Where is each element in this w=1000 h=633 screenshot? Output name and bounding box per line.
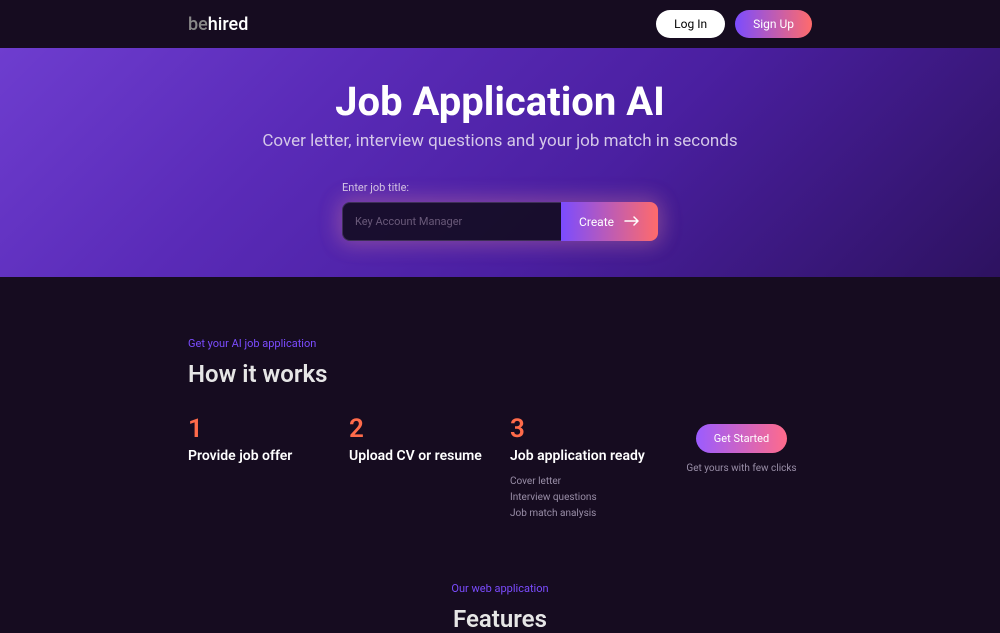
- features-title: Features: [0, 605, 1000, 633]
- step-title: Upload CV or resume: [349, 448, 490, 464]
- header-buttons: Log In Sign Up: [656, 10, 812, 38]
- logo-suffix: hired: [208, 14, 249, 35]
- steps-row: 1 Provide job offer 2 Upload CV or resum…: [188, 414, 812, 522]
- step-1: 1 Provide job offer: [188, 414, 329, 522]
- create-button[interactable]: Create: [561, 202, 658, 241]
- create-button-label: Create: [579, 215, 614, 229]
- features-section: Our web application Features: [0, 522, 1000, 633]
- how-it-works-section: Get your AI job application How it works…: [0, 277, 1000, 522]
- list-item: Interview questions: [510, 490, 651, 506]
- step-title: Job application ready: [510, 448, 651, 464]
- step-number: 1: [188, 414, 329, 444]
- step-2: 2 Upload CV or resume: [349, 414, 490, 522]
- signup-button[interactable]: Sign Up: [735, 10, 812, 38]
- logo-prefix: be: [188, 14, 208, 35]
- header: behired Log In Sign Up: [0, 0, 1000, 48]
- step-3: 3 Job application ready Cover letter Int…: [510, 414, 651, 522]
- hero-subtitle: Cover letter, interview questions and yo…: [0, 131, 1000, 151]
- login-button[interactable]: Log In: [656, 10, 725, 38]
- features-eyebrow: Our web application: [0, 582, 1000, 595]
- step-items: Cover letter Interview questions Job mat…: [510, 474, 651, 522]
- cta-subtext: Get yours with few clicks: [686, 463, 796, 474]
- job-input-section: Enter job title: Create: [342, 181, 658, 241]
- job-title-input[interactable]: [342, 202, 561, 241]
- job-input-label: Enter job title:: [342, 181, 409, 194]
- list-item: Job match analysis: [510, 506, 651, 522]
- list-item: Cover letter: [510, 474, 651, 490]
- job-input-row: Create: [342, 202, 658, 241]
- logo[interactable]: behired: [188, 14, 248, 35]
- step-number: 2: [349, 414, 490, 444]
- step-number: 3: [510, 414, 651, 444]
- how-eyebrow: Get your AI job application: [188, 337, 812, 350]
- step-title: Provide job offer: [188, 448, 329, 464]
- get-started-button[interactable]: Get Started: [696, 424, 787, 453]
- hero-section: Job Application AI Cover letter, intervi…: [0, 48, 1000, 277]
- how-title: How it works: [188, 360, 812, 388]
- arrow-right-icon: [624, 215, 640, 229]
- hero-title: Job Application AI: [0, 78, 1000, 125]
- cta-column: Get Started Get yours with few clicks: [671, 414, 812, 522]
